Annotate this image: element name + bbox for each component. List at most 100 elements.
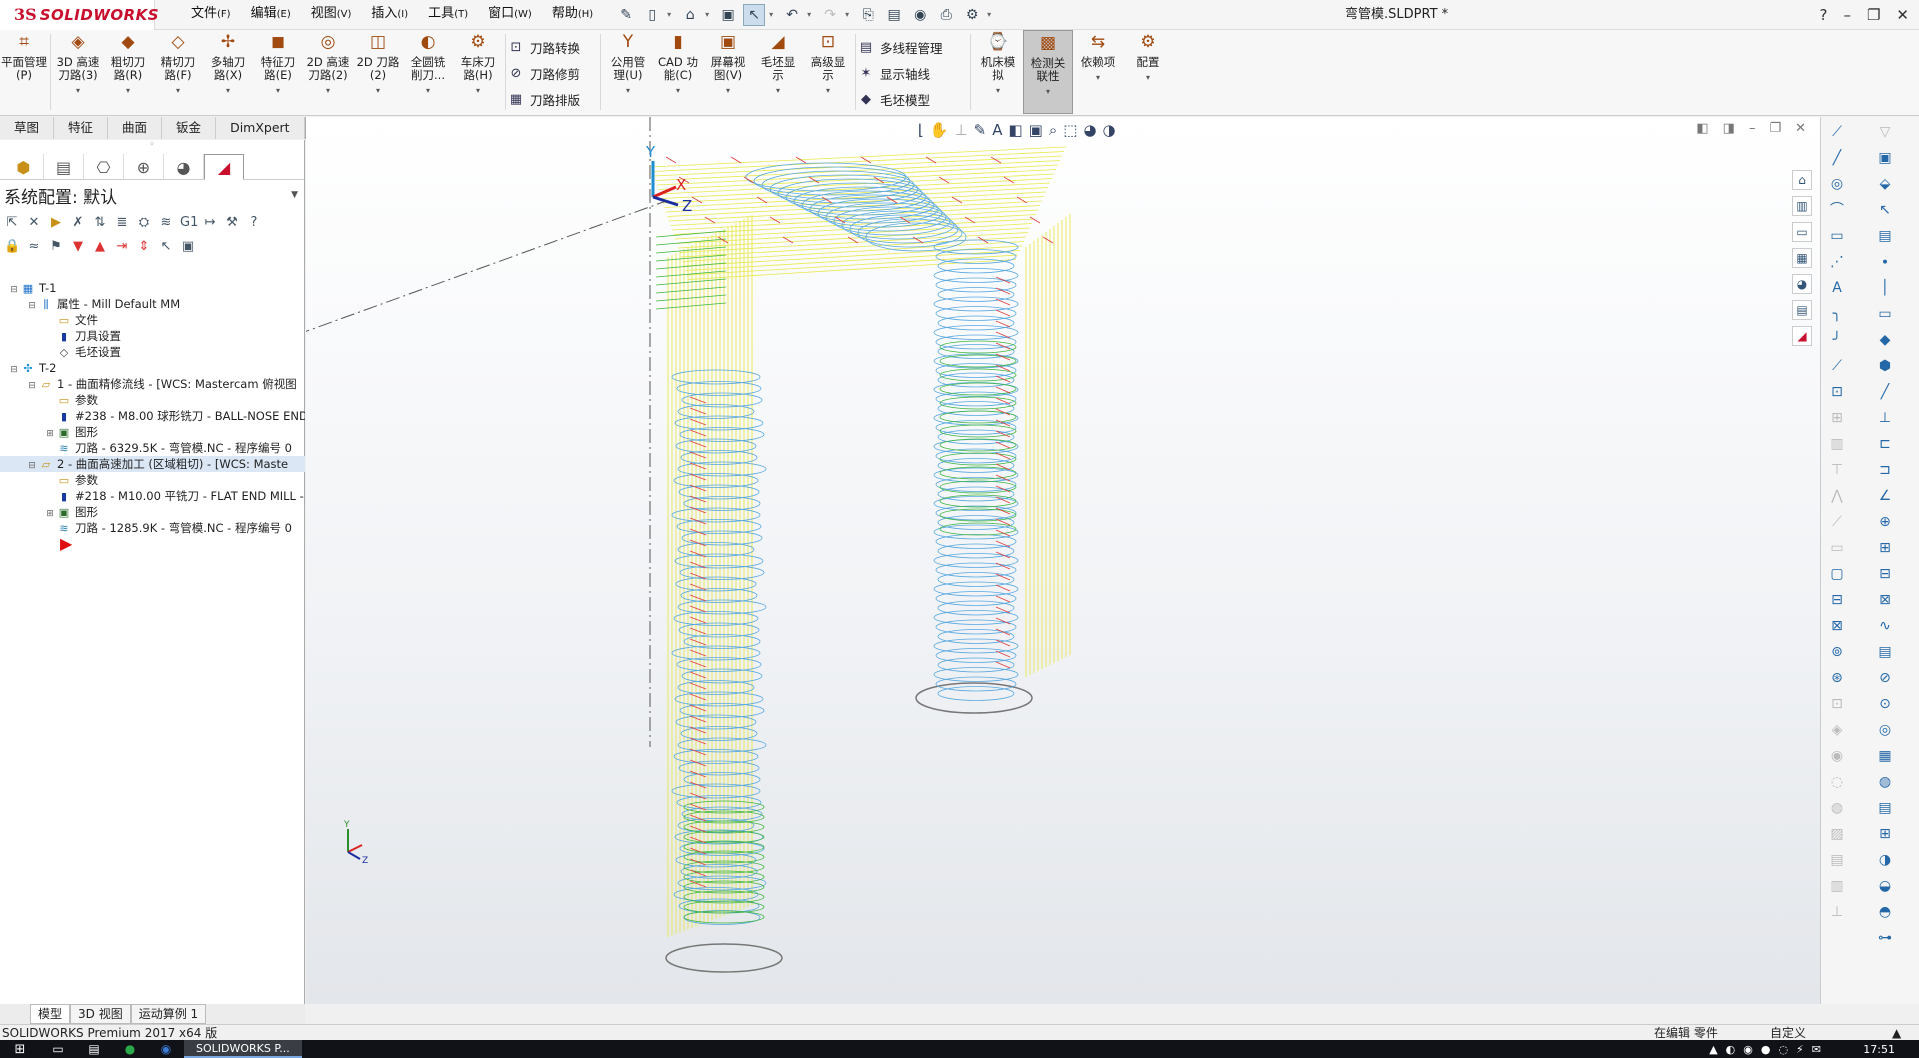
sketch-tool-icon[interactable]: ⊠ [1827,617,1847,636]
sketch-tool-icon[interactable]: ⊛ [1827,669,1847,688]
sketch-tool-icon[interactable]: ⋀ [1827,487,1847,506]
sketch-tool-icon[interactable]: ▢ [1827,565,1847,584]
toolbar-tool-button[interactable]: ◎ 2D 高速 刀路(2) ▾ [303,30,353,114]
menu-item[interactable]: 工具(T) [418,0,478,30]
tree-item[interactable]: ≋ 刀路 - 1285.9K - 弯管模.NC - 程序编号 0 [0,520,305,536]
command-tab[interactable]: 钣金 [162,117,217,139]
options-gear-icon[interactable]: ⚙ [961,4,983,26]
status-caret[interactable]: ▲ [1892,1025,1901,1041]
chevron-down-icon[interactable]: ▾ [276,84,280,97]
toolbar-tool-button[interactable]: ▣ 屏幕视 图(V) ▾ [703,30,753,114]
chevron-down-icon[interactable]: ▼ [291,190,298,200]
toolbar-tool-button[interactable]: ◢ 毛坯显 示 ▾ [753,30,803,114]
arrow-down-icon[interactable]: ▼ [70,239,86,254]
restore-button[interactable]: ❐ [1867,0,1880,30]
menu-item[interactable]: 视图(V) [301,0,362,30]
tree-item[interactable]: ◇ 毛坯设置 [0,344,305,360]
tree-expander-icon[interactable]: ⊟ [8,362,20,376]
feature-tool-icon[interactable]: ⊞ [1875,825,1895,844]
sketch-tool-icon[interactable]: ◈ [1827,721,1847,740]
browser-icon[interactable]: ◉ [148,1042,184,1056]
tree-item[interactable]: ▭ 参数 [0,392,305,408]
feature-tool-icon[interactable]: ▤ [1875,799,1895,818]
viewport-restore-icon[interactable]: ❐ [1769,121,1781,136]
feature-tool-icon[interactable]: ◆ [1875,331,1895,350]
command-tab[interactable]: 特征 [54,117,109,139]
chevron-down-icon[interactable]: ▾ [987,10,995,19]
toolbar-tool-button[interactable]: ⚙ 车床刀 路(H) ▾ [453,30,503,114]
tree-item[interactable]: ▭ 文件 [0,312,305,328]
edit-appearance-icon[interactable]: ◕ [1083,121,1096,139]
task-view-icon[interactable]: ▭ [40,1042,76,1056]
chevron-down-icon[interactable]: ▾ [769,10,777,19]
feature-tool-icon[interactable]: ⊕ [1875,513,1895,532]
feature-tool-icon[interactable]: ⊟ [1875,565,1895,584]
feature-tool-icon[interactable]: ╱ [1875,383,1895,402]
status-units[interactable]: 自定义 [1770,1025,1806,1041]
system-tray-icons[interactable]: ▲◐◉●◌⚡✉ [1709,1043,1829,1056]
toolbar-stack-item[interactable]: ▦ 刀路排版 [508,88,598,110]
feature-tool-icon[interactable]: ∠ [1875,487,1895,506]
feature-tool-icon[interactable]: ▭ [1875,305,1895,324]
toolbar-tool-button[interactable]: Y 公用管 理(U) ▾ [603,30,653,114]
tree-expander-icon[interactable]: ⊟ [26,458,38,472]
sketch-tool-icon[interactable]: ▥ [1827,877,1847,896]
feature-tool-icon[interactable]: ∙ [1875,253,1895,272]
save-icon[interactable]: ▣ [717,4,739,26]
backplot-icon[interactable]: ⇅ [92,215,108,230]
chevron-down-icon[interactable]: ▾ [226,84,230,97]
toolbar-stack-item[interactable]: ⊘ 刀路修剪 [508,62,598,84]
sketch-tool-icon[interactable]: ⊚ [1827,643,1847,662]
sketch-tool-icon[interactable]: ▥ [1827,435,1847,454]
section-view-icon[interactable]: ✎ [974,121,987,139]
menu-item[interactable]: 帮助(H) [542,0,603,30]
feature-tool-icon[interactable]: ▦ [1875,747,1895,766]
hide-show-icon[interactable]: ⬚ [1063,121,1077,139]
configuration-selector[interactable]: 系统配置: 默认 ▼ [0,180,304,210]
sketch-tool-icon[interactable]: ⊡ [1827,695,1847,714]
undo-icon[interactable]: ↶ [781,4,803,26]
feature-tool-icon[interactable]: ▣ [1875,149,1895,168]
rebuild-icon[interactable]: ⎘ [857,4,879,26]
feature-tool-icon[interactable]: │ [1875,279,1895,298]
tree-item[interactable]: ⊟ ▦ T-1 [0,280,305,296]
open-folder-icon[interactable]: ⌂ [679,4,701,26]
feature-tool-icon[interactable]: ▤ [1875,227,1895,246]
toolbar-tool-button[interactable]: ▮ CAD 功 能(C) ▾ [653,30,703,114]
tree-item[interactable]: ≋ 刀路 - 6329.5K - 弯管模.NC - 程序编号 0 [0,440,305,456]
toolbar-tool-button[interactable]: ◆ 粗切刀 路(R) ▾ [103,30,153,114]
sketch-tool-icon[interactable]: ▭ [1827,539,1847,558]
panel-collapse-handle[interactable]: ◦ [0,140,304,154]
sketch-tool-icon[interactable]: ◉ [1827,747,1847,766]
model-tab[interactable]: 模型 [30,1004,71,1024]
feature-tool-icon[interactable]: ▤ [1875,643,1895,662]
chevron-down-icon[interactable]: ▾ [376,84,380,97]
command-tab[interactable]: 草图 [0,117,55,139]
zoom-area-icon[interactable]: ✋ [930,121,949,139]
tree-item[interactable]: ⊟ ▱ 2 - 曲面高速加工 (区域粗切) - [WCS: Maste [0,456,305,472]
sketch-tool-icon[interactable]: ▭ [1827,227,1847,246]
toolbar-tool-button[interactable]: ◫ 2D 刀路 (2) ▾ [353,30,403,114]
feature-tool-icon[interactable]: ⊘ [1875,669,1895,688]
previous-view-icon[interactable]: ⊥ [955,121,968,139]
toolpath-display-icon[interactable]: ≈ [26,239,42,254]
regenerate-icon[interactable]: ▶ [48,215,64,230]
move-insert-icon[interactable]: ↦ [202,215,218,230]
insert-arrow[interactable]: ▶ [0,536,305,552]
menu-item[interactable]: 窗口(W) [478,0,542,30]
tree-item[interactable]: ⊟ ⫼ 属性 - Mill Default MM [0,296,305,312]
feature-tool-icon[interactable]: ⊐ [1875,461,1895,480]
lock-icon[interactable]: 🔒 [4,239,20,254]
insert-arrow-icon[interactable]: ⇥ [114,239,130,254]
chevron-down-icon[interactable]: ▾ [176,84,180,97]
feature-tool-icon[interactable]: ◑ [1875,851,1895,870]
toolbar-tool-button[interactable]: ⇆ 依赖项 ▾ [1073,30,1123,114]
sketch-tool-icon[interactable]: A [1827,279,1847,298]
chevron-down-icon[interactable]: ▾ [126,84,130,97]
sketch-tool-icon[interactable]: ⊥ [1827,903,1847,922]
feature-tool-icon[interactable]: ◒ [1875,877,1895,896]
chevron-down-icon[interactable]: ▾ [676,84,680,97]
dimxpert-tab-icon[interactable]: ⊕ [124,154,164,180]
viewport-tile-left-icon[interactable]: ◧ [1696,121,1708,136]
g1-icon[interactable]: G1 [180,215,198,230]
